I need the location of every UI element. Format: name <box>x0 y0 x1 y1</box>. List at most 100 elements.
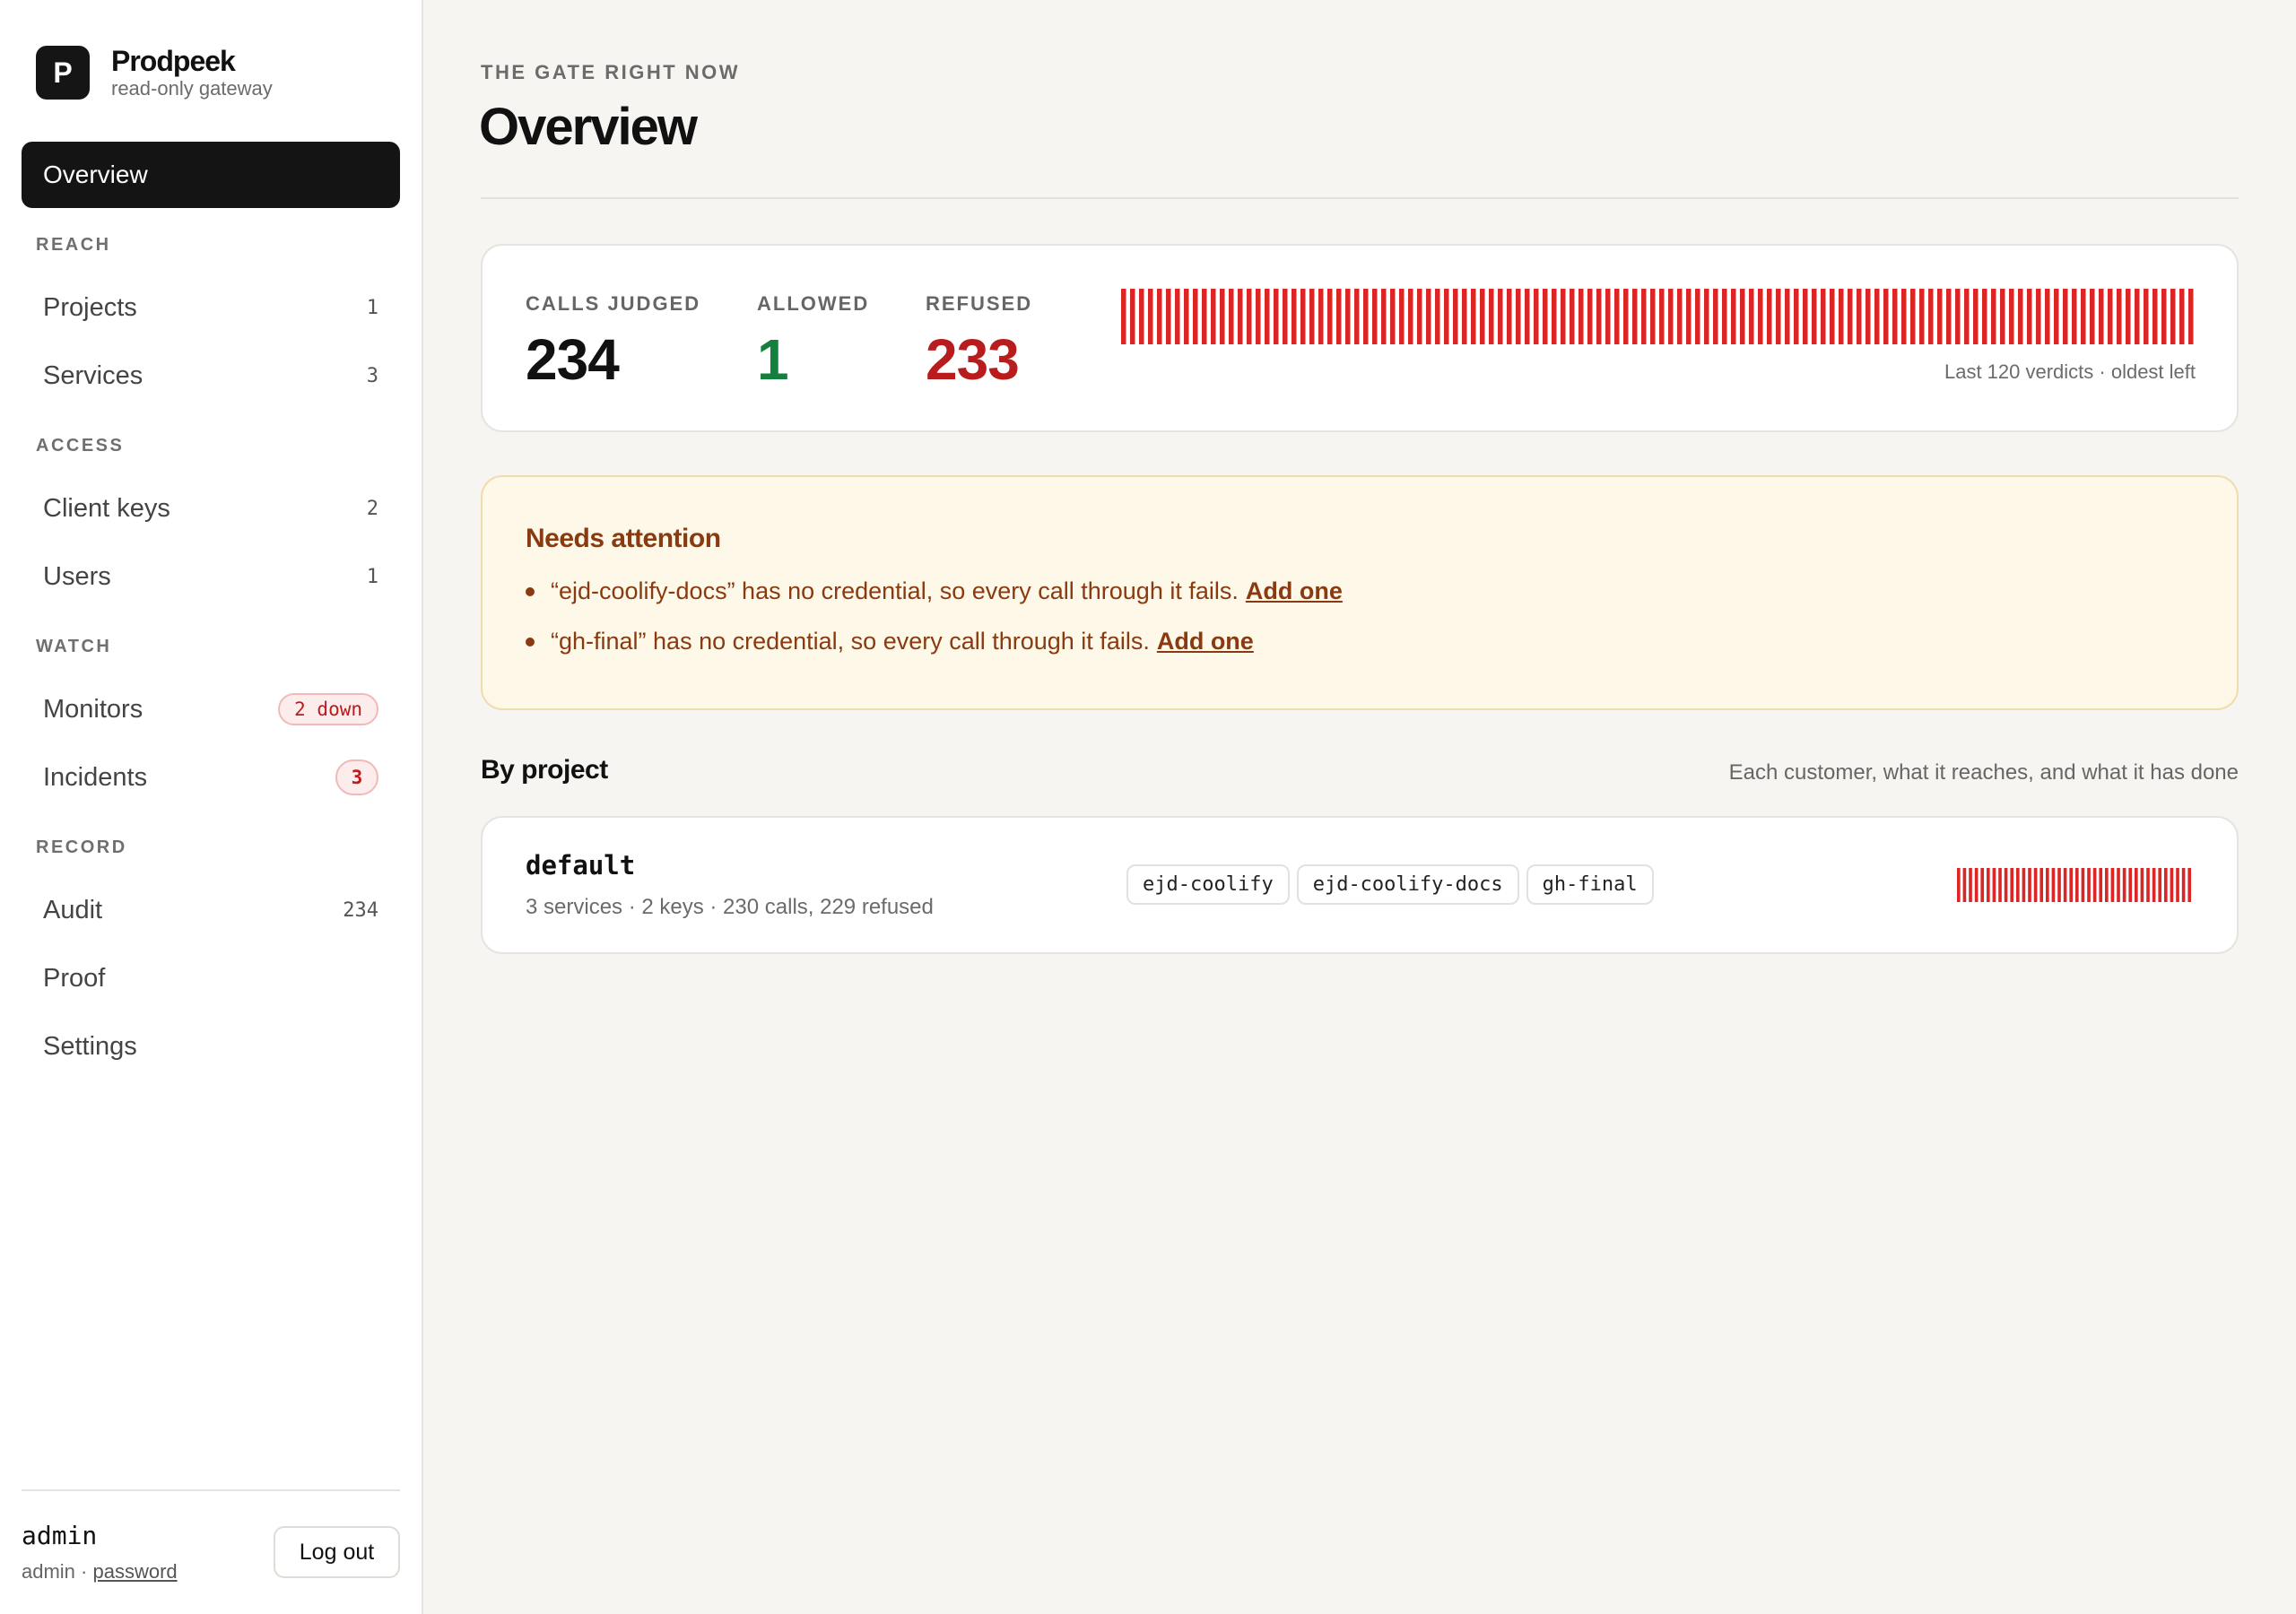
sidebar-item-overview[interactable]: Overview <box>22 142 400 208</box>
verdict-tick <box>1957 868 1961 902</box>
attention-item: “ejd-coolify-docs” has no credential, so… <box>526 577 1343 605</box>
sidebar-item-services[interactable]: Services 3 <box>22 346 400 405</box>
verdict-tick <box>1713 289 1718 344</box>
nav-section-watch: WATCH <box>36 637 112 656</box>
verdict-tick <box>1498 289 1503 344</box>
verdict-tick <box>2046 868 2049 902</box>
stat-refused: REFUSED 233 <box>926 292 1032 393</box>
verdict-tick <box>1229 289 1234 344</box>
brand[interactable]: P Prodpeek read-only gateway <box>36 45 273 100</box>
verdict-tick <box>1839 289 1844 344</box>
verdict-tick <box>1980 868 1985 902</box>
verdict-tick <box>2051 868 2056 902</box>
service-chip[interactable]: ejd-coolify-docs <box>1296 864 1519 905</box>
verdict-tick <box>1821 289 1826 344</box>
verdict-tick <box>1399 289 1405 344</box>
verdict-tick <box>1946 289 1952 344</box>
sidebar-item-projects[interactable]: Projects 1 <box>22 278 400 337</box>
verdict-tick <box>1148 289 1153 344</box>
sidebar-divider <box>22 1489 400 1491</box>
verdict-tick <box>1157 289 1162 344</box>
stat-value: 233 <box>926 327 1020 392</box>
verdict-tick <box>2152 868 2156 902</box>
verdict-tick <box>1256 289 1261 344</box>
verdict-tick <box>2016 868 2020 902</box>
verdict-tick <box>1327 289 1333 344</box>
verdict-tick <box>1381 289 1387 344</box>
logout-button[interactable]: Log out <box>274 1526 400 1578</box>
sidebar-item-users[interactable]: Users 1 <box>22 547 400 606</box>
verdict-tick <box>1139 289 1144 344</box>
verdict-tick <box>2092 868 2097 902</box>
service-chip[interactable]: ejd-coolify <box>1126 864 1290 905</box>
password-link[interactable]: password <box>93 1560 178 1583</box>
verdict-tick <box>2081 868 2085 902</box>
bullet-icon <box>526 586 535 596</box>
by-project-subtitle: Each customer, what it reaches, and what… <box>1728 760 2239 785</box>
verdict-tick <box>1336 289 1342 344</box>
verdict-tick <box>1238 289 1243 344</box>
verdict-tick <box>1632 289 1638 344</box>
verdict-tick <box>1749 289 1754 344</box>
page-eyebrow: THE GATE RIGHT NOW <box>481 61 741 83</box>
verdict-tick <box>2181 868 2186 902</box>
verdict-tick <box>1803 289 1808 344</box>
verdict-tick <box>1785 289 1790 344</box>
verdict-tick <box>2022 868 2026 902</box>
verdict-tick <box>1874 289 1880 344</box>
verdict-tick <box>1758 289 1763 344</box>
sidebar-item-settings[interactable]: Settings <box>22 1017 400 1076</box>
verdict-tick <box>2018 289 2023 344</box>
verdict-tick <box>1812 289 1817 344</box>
verdict-tick <box>2099 289 2104 344</box>
verdict-tick <box>1345 289 1351 344</box>
verdict-tick <box>2135 289 2140 344</box>
add-credential-link[interactable]: Add one <box>1157 628 1254 655</box>
project-name: default <box>526 850 636 881</box>
sidebar-item-client-keys[interactable]: Client keys 2 <box>22 479 400 538</box>
sidebar-item-label: Users <box>43 561 111 591</box>
verdict-tick <box>1928 289 1934 344</box>
verdict-tick <box>2033 868 2038 902</box>
sidebar-item-label: Overview <box>43 161 148 188</box>
verdict-tick <box>2110 868 2115 902</box>
sidebar-item-incidents[interactable]: Incidents 3 <box>22 748 400 807</box>
verdict-tick <box>1962 868 1967 902</box>
sidebar-item-count: 1 <box>366 296 378 319</box>
service-chip[interactable]: gh-final <box>1526 864 1654 905</box>
verdict-tick <box>1605 289 1611 344</box>
sidebar-item-audit[interactable]: Audit 234 <box>22 881 400 940</box>
verdict-tick <box>2009 289 2014 344</box>
sidebar-item-monitors[interactable]: Monitors 2 down <box>22 680 400 739</box>
verdict-tick <box>1991 289 1996 344</box>
verdict-tick <box>1274 289 1279 344</box>
verdict-tick <box>2081 289 2086 344</box>
verdict-tick <box>2004 868 2008 902</box>
add-credential-link[interactable]: Add one <box>1246 577 1343 605</box>
sidebar-item-label: Monitors <box>43 694 144 724</box>
current-user-name: admin <box>22 1521 98 1550</box>
verdict-tick <box>1596 289 1602 344</box>
verdict-tick <box>2027 289 2032 344</box>
attention-text: “gh-final” has no credential, so every c… <box>551 628 1150 655</box>
verdict-tick <box>1830 289 1835 344</box>
sidebar-item-proof[interactable]: Proof <box>22 949 400 1008</box>
verdict-tick <box>1722 289 1727 344</box>
verdict-tick <box>1677 289 1683 344</box>
verdict-tick <box>1623 289 1629 344</box>
verdict-tick <box>1969 868 1972 902</box>
verdict-tick <box>1453 289 1458 344</box>
verdict-tick <box>1543 289 1548 344</box>
verdict-tick <box>2140 868 2144 902</box>
sidebar: P Prodpeek read-only gateway Overview RE… <box>0 0 423 1614</box>
verdict-tick <box>1130 289 1135 344</box>
verdict-tick <box>1857 289 1862 344</box>
verdict-tick <box>1578 289 1584 344</box>
sidebar-item-count: 2 <box>366 497 378 520</box>
verdict-tick <box>2146 868 2150 902</box>
verdict-tick <box>2000 289 2005 344</box>
verdict-tick <box>1462 289 1467 344</box>
project-row[interactable]: default 3 services · 2 keys · 230 calls,… <box>481 816 2239 954</box>
stat-label: REFUSED <box>926 292 1033 315</box>
sidebar-item-label: Client keys <box>43 493 170 523</box>
